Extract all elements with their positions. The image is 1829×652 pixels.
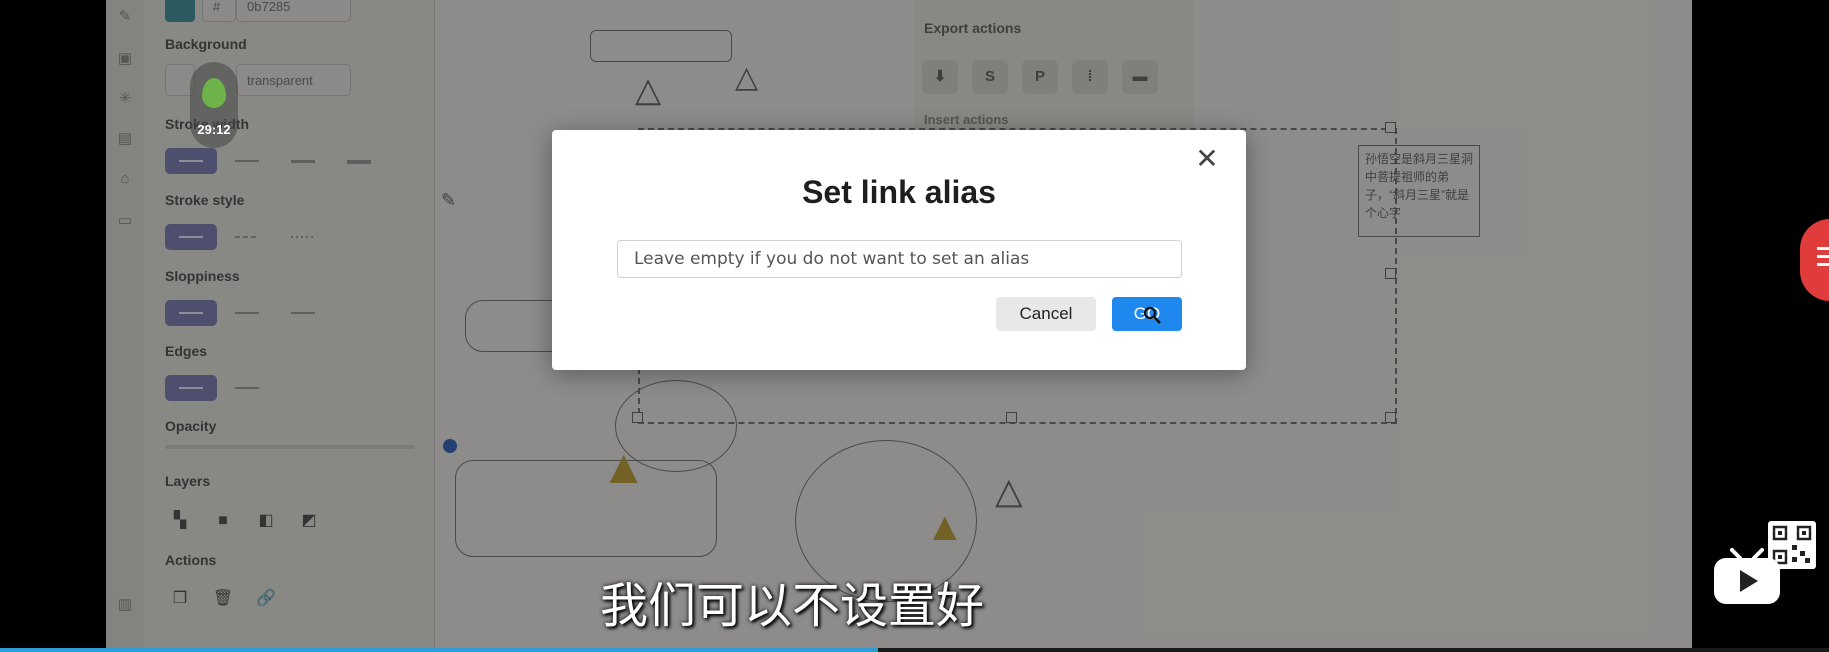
leaf-icon (202, 78, 226, 108)
alias-input[interactable] (617, 240, 1182, 278)
timer-text: 29:12 (197, 122, 231, 137)
menu-icon (1817, 247, 1829, 250)
close-icon[interactable]: ✕ (1192, 144, 1222, 174)
set-link-alias-dialog: ✕ Set link alias Cancel GO (552, 130, 1246, 370)
timer-badge: 29:12 (190, 62, 238, 148)
cancel-button[interactable]: Cancel (996, 297, 1096, 331)
floating-menu-button[interactable] (1800, 219, 1829, 301)
video-progress-fill (0, 648, 878, 652)
dialog-title: Set link alias (802, 174, 996, 210)
video-subtitle: 我们可以不设置好 (600, 578, 985, 634)
bilibili-tv-icon[interactable] (1712, 546, 1782, 606)
mouse-cursor-icon (1143, 306, 1161, 324)
